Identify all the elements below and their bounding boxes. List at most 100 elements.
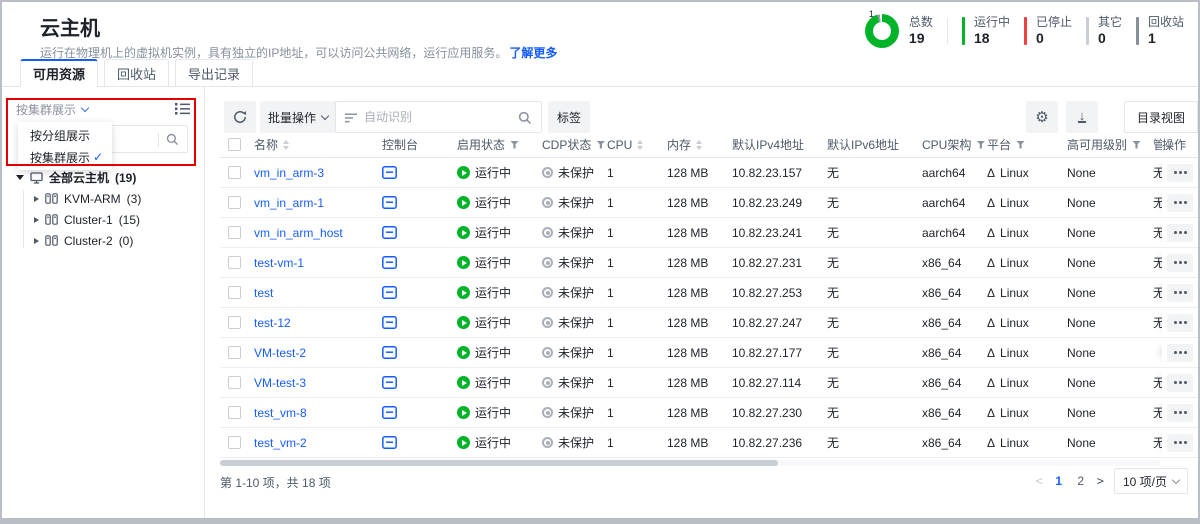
pagination-range-text: 第 1-10 项，共 18 项 [220,474,331,491]
row-checkbox[interactable] [228,286,241,299]
more-actions-button[interactable] [1167,404,1193,422]
tag-button[interactable]: 标签 [548,101,590,133]
batch-actions-button[interactable]: 批量操作 [260,101,336,133]
learn-more-link[interactable]: 了解更多 [509,46,557,60]
chevron-down-icon [321,111,329,119]
col-header-memory[interactable]: 内存 [667,136,732,153]
row-checkbox[interactable] [228,376,241,389]
more-actions-button[interactable] [1167,224,1193,242]
caret-right-icon[interactable] [34,196,39,202]
unprotected-icon [542,287,553,298]
search-icon[interactable] [518,111,532,125]
tree-item-cluster[interactable]: Cluster-1 (15) [34,209,141,230]
console-icon[interactable] [382,436,397,449]
col-header-ha[interactable]: 高可用级别 [1067,136,1144,153]
more-actions-button[interactable] [1167,374,1193,392]
row-checkbox[interactable] [228,406,241,419]
more-actions-button[interactable] [1167,254,1193,272]
vm-name-link[interactable]: test-12 [254,316,291,330]
clipped-cell: 无 [1144,404,1162,421]
running-icon [457,226,470,239]
vm-name-link[interactable]: test_vm-2 [254,436,307,450]
ipv4-cell: 10.82.27.247 [732,316,827,330]
console-icon[interactable] [382,376,397,389]
col-header-status[interactable]: 启用状态 [457,136,542,153]
linux-icon: Δ [987,346,995,360]
vm-name-link[interactable]: vm_in_arm-3 [254,166,324,180]
vm-name-link[interactable]: VM-test-2 [254,346,306,360]
col-header-arch[interactable]: CPU架构 [922,136,987,153]
caret-down-icon[interactable] [16,175,24,180]
vm-name-link[interactable]: test-vm-1 [254,256,304,270]
directory-view-button[interactable]: 目录视图 [1124,101,1198,133]
select-all-checkbox[interactable] [228,138,241,151]
caret-right-icon[interactable] [34,217,39,223]
tab[interactable]: 回收站 [104,59,169,87]
vm-name-link[interactable]: test [254,286,273,300]
row-checkbox[interactable] [228,226,241,239]
row-checkbox[interactable] [228,256,241,269]
row-checkbox[interactable] [228,436,241,449]
vm-name-link[interactable]: vm_in_arm-1 [254,196,324,210]
console-icon[interactable] [382,316,397,329]
col-header-cdp[interactable]: CDP状态 [542,136,607,153]
more-actions-button[interactable] [1167,194,1193,212]
page-size-select[interactable]: 10 项/页 [1114,468,1188,494]
ipv6-cell: 无 [827,194,922,211]
row-checkbox[interactable] [228,196,241,209]
console-icon[interactable] [382,286,397,299]
settings-button[interactable]: ⚙ [1026,101,1058,133]
arch-cell: aarch64 [922,226,987,240]
vm-name-link[interactable]: vm_in_arm_host [254,226,343,240]
page-number[interactable]: 2 [1075,474,1087,488]
search-icon[interactable] [166,133,179,146]
running-icon [457,316,470,329]
refresh-button[interactable] [224,101,256,133]
vm-name-link[interactable]: VM-test-3 [254,376,306,390]
memory-cell: 128 MB [667,316,732,330]
arch-cell: x86_64 [922,436,987,450]
list-view-icon[interactable] [175,102,190,115]
more-actions-button[interactable] [1167,344,1193,362]
ipv4-cell: 10.82.27.236 [732,436,827,450]
clipped-cell: 无 [1144,434,1162,451]
console-icon[interactable] [382,406,397,419]
console-icon[interactable] [382,256,397,269]
table-body: vm_in_arm-3 运行中 未保护 1 128 MB 10.82.23.15… [220,158,1198,458]
row-checkbox[interactable] [228,346,241,359]
more-actions-button[interactable] [1167,314,1193,332]
more-actions-button[interactable] [1167,164,1193,182]
dropdown-option[interactable]: 按分组展示 [18,124,112,146]
ipv6-cell: 无 [827,344,922,361]
export-button[interactable]: ↓ [1066,101,1098,133]
vm-name-link[interactable]: test_vm-8 [254,406,307,420]
console-icon[interactable] [382,166,397,179]
ha-cell: None [1067,196,1144,210]
console-icon[interactable] [382,196,397,209]
tree-item-cluster[interactable]: KVM-ARM (3) [34,188,141,209]
prev-page-icon[interactable]: < [1036,474,1043,488]
col-header-cpu[interactable]: CPU [607,138,667,152]
next-page-icon[interactable]: > [1097,474,1104,488]
row-checkbox[interactable] [228,166,241,179]
dropdown-option[interactable]: 按集群展示 ✓ [18,146,112,168]
tree-item-cluster[interactable]: Cluster-2 (0) [34,230,141,251]
more-actions-button[interactable] [1167,284,1193,302]
page-number[interactable]: 1 [1053,474,1065,488]
row-checkbox[interactable] [228,316,241,329]
caret-right-icon[interactable] [34,238,39,244]
tab[interactable]: 导出记录 [175,59,253,87]
more-actions-button[interactable] [1167,434,1193,452]
linux-icon: Δ [987,196,995,210]
console-icon[interactable] [382,226,397,239]
col-header-name[interactable]: 名称 [254,136,382,153]
ipv4-cell: 10.82.27.177 [732,346,827,360]
horizontal-scrollbar-thumb[interactable] [220,460,778,466]
cluster-icon [45,193,58,204]
display-mode-dropdown-trigger[interactable]: 按集群展示 [16,101,88,118]
tab[interactable]: 可用资源 [20,59,98,87]
console-icon[interactable] [382,346,397,359]
tree-root-all-hosts[interactable]: 全部云主机 (19) [16,167,136,188]
table-search-input[interactable] [364,103,513,131]
col-header-platform[interactable]: 平台 [987,136,1067,153]
